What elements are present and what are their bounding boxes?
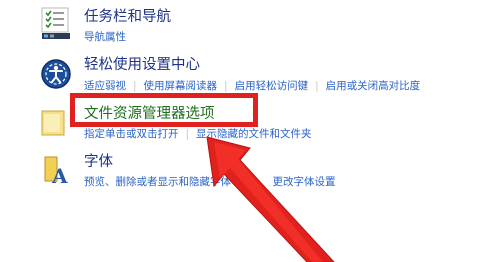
link-separator: |	[224, 80, 228, 92]
link-separator: |	[243, 176, 247, 188]
optimize-visual-link[interactable]: 适应弱视	[84, 80, 126, 92]
fonts-links: 预览、删除或者显示和隐藏字体 | 更改字体设置	[84, 175, 336, 189]
link-separator: |	[315, 80, 319, 92]
taskbar-and-navigation-title[interactable]: 任务栏和导航	[84, 8, 171, 26]
file-explorer-links: 指定单击或双击打开 | 显示隐藏的文件和文件夹	[84, 127, 312, 141]
change-font-settings-link[interactable]: 更改字体设置	[273, 176, 336, 188]
ease-of-access-links: 适应弱视 | 使用屏幕阅读器 | 启用轻松访问键 | 启用或关闭高对比度	[84, 79, 420, 93]
svg-text:A: A	[51, 164, 68, 187]
high-contrast-link[interactable]: 启用或关闭高对比度	[326, 80, 421, 92]
preview-delete-fonts-link[interactable]: 预览、删除或者显示和隐藏字体	[84, 176, 231, 188]
ease-of-access-title[interactable]: 轻松使用设置中心	[84, 56, 200, 74]
ease-of-access-icon[interactable]	[40, 58, 72, 90]
link-separator: |	[185, 128, 190, 140]
link-separator: |	[133, 80, 137, 92]
file-explorer-options-title[interactable]: 文件资源管理器选项	[84, 105, 215, 123]
fonts-icon[interactable]: A	[44, 155, 76, 188]
fonts-title[interactable]: 字体	[84, 153, 113, 171]
show-hidden-files-link[interactable]: 显示隐藏的文件和文件夹	[196, 128, 312, 140]
taskbar-icon[interactable]	[40, 6, 72, 39]
taskbar-links: 导航属性	[84, 30, 126, 44]
navigation-properties-link[interactable]: 导航属性	[84, 31, 126, 43]
single-or-double-click-link[interactable]: 指定单击或双击打开	[84, 128, 179, 140]
ease-of-access-keys-link[interactable]: 启用轻松访问键	[235, 80, 309, 92]
folder-options-icon[interactable]	[40, 107, 72, 139]
screen-reader-link[interactable]: 使用屏幕阅读器	[144, 80, 218, 92]
